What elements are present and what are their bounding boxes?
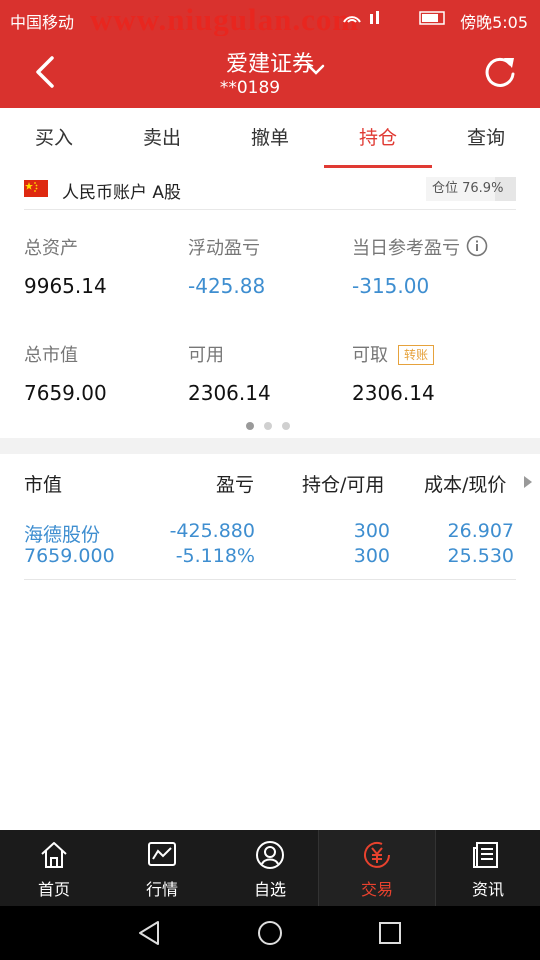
system-home-icon[interactable]	[256, 919, 284, 947]
nav-market[interactable]: 行情	[108, 830, 216, 906]
floating-pl-label: 浮动盈亏	[188, 238, 260, 259]
withdrawable-value: 2306.14	[352, 381, 435, 405]
column-market-value[interactable]: 市值	[24, 470, 62, 497]
total-assets-label: 总资产	[24, 238, 78, 259]
watermark: www.niugulan.com	[90, 2, 360, 37]
nav-home-label: 首页	[37, 880, 70, 899]
news-icon	[473, 842, 498, 868]
stock-pl: -425.880	[169, 520, 255, 542]
holdings-table-header: 市值 盈亏 持仓/可用 成本/现价	[0, 456, 540, 508]
position-ratio-text: 仓位 76.9%	[432, 181, 504, 196]
nav-news[interactable]: 资讯	[436, 830, 540, 906]
refresh-icon[interactable]	[480, 52, 520, 92]
tab-query[interactable]: 查询	[432, 108, 540, 168]
account-row: 人民币账户 A股 仓位 76.9%	[24, 170, 516, 210]
china-flag-icon	[24, 180, 48, 197]
system-recents-icon[interactable]	[376, 919, 404, 947]
nav-market-label: 行情	[145, 880, 178, 899]
tab-cancel[interactable]: 撤单	[216, 108, 324, 168]
withdrawable-stat: 可取 转账 2306.14	[352, 341, 435, 405]
clock: 傍晚5:05	[460, 13, 528, 32]
page-dot	[264, 422, 272, 430]
available-label: 可用	[188, 345, 224, 366]
daily-pl-label: 当日参考盈亏	[352, 238, 460, 259]
page-dot	[246, 422, 254, 430]
floating-pl-value: -425.88	[188, 274, 266, 298]
table-row[interactable]: 海德股份 7659.000 -425.880 -5.118% 300 300 2…	[24, 516, 516, 580]
stock-price: 25.530	[447, 545, 514, 567]
stock-pl-percent: -5.118%	[175, 545, 255, 567]
scroll-right-icon[interactable]	[524, 476, 532, 488]
column-holding[interactable]: 持仓/可用	[302, 470, 384, 497]
section-divider	[0, 438, 540, 454]
system-status-icons	[340, 8, 450, 32]
available-value: 2306.14	[188, 381, 271, 405]
stock-market-value: 7659.000	[24, 545, 115, 567]
carrier-name: 中国移动	[10, 13, 75, 32]
column-cost-price[interactable]: 成本/现价	[424, 470, 506, 497]
broker-title[interactable]: 爱建证券	[0, 46, 540, 78]
available-stat: 可用 2306.14	[188, 341, 271, 405]
total-assets-value: 9965.14	[24, 274, 107, 298]
nav-watchlist-label: 自选	[253, 880, 286, 899]
market-value-stat: 总市值 7659.00	[24, 341, 107, 405]
yuan-icon	[364, 841, 390, 868]
nav-watchlist[interactable]: 自选	[216, 830, 324, 906]
withdrawable-label: 可取	[352, 345, 388, 366]
transfer-button[interactable]: 转账	[398, 345, 435, 365]
nav-trade-label: 交易	[360, 880, 393, 899]
info-icon[interactable]	[466, 235, 488, 257]
system-nav-bar	[0, 906, 540, 960]
daily-pl-value: -315.00	[352, 274, 430, 298]
nav-home[interactable]: 首页	[0, 830, 108, 906]
stock-name: 海德股份	[24, 524, 101, 546]
nav-news-label: 资讯	[471, 880, 504, 899]
bottom-nav: 首页 行情 自选 交易 资讯	[0, 830, 540, 906]
nav-trade[interactable]: 交易	[319, 830, 435, 906]
app-header: 爱建证券 **0189	[0, 36, 540, 108]
market-value-label: 总市值	[24, 345, 78, 366]
column-pl[interactable]: 盈亏	[216, 470, 254, 497]
daily-pl-stat: 当日参考盈亏 -315.00	[352, 234, 488, 298]
home-icon	[41, 842, 67, 868]
total-assets-stat: 总资产 9965.14	[24, 234, 107, 298]
stock-holding: 300	[353, 520, 390, 542]
floating-pl-stat: 浮动盈亏 -425.88	[188, 234, 265, 298]
user-icon	[256, 841, 284, 869]
account-number: **0189	[219, 78, 281, 98]
trade-tabs: 买入 卖出 撤单 持仓 查询	[0, 108, 540, 168]
stock-available: 300	[353, 545, 390, 567]
page-indicator	[246, 422, 296, 432]
position-ratio-badge: 仓位 76.9%	[426, 177, 516, 201]
chart-icon	[148, 842, 176, 866]
page-dot	[282, 422, 290, 430]
tab-buy[interactable]: 买入	[0, 108, 108, 168]
tab-holdings[interactable]: 持仓	[324, 108, 432, 168]
account-type-label: 人民币账户 A股	[62, 183, 182, 203]
market-value-value: 7659.00	[24, 381, 107, 405]
tab-sell[interactable]: 卖出	[108, 108, 216, 168]
stock-cost: 26.907	[447, 520, 514, 542]
status-bar: 中国移动 www.niugulan.com 傍晚5:05	[0, 0, 540, 37]
signal-wifi-battery-icon	[343, 11, 445, 25]
system-back-icon[interactable]	[136, 919, 164, 947]
